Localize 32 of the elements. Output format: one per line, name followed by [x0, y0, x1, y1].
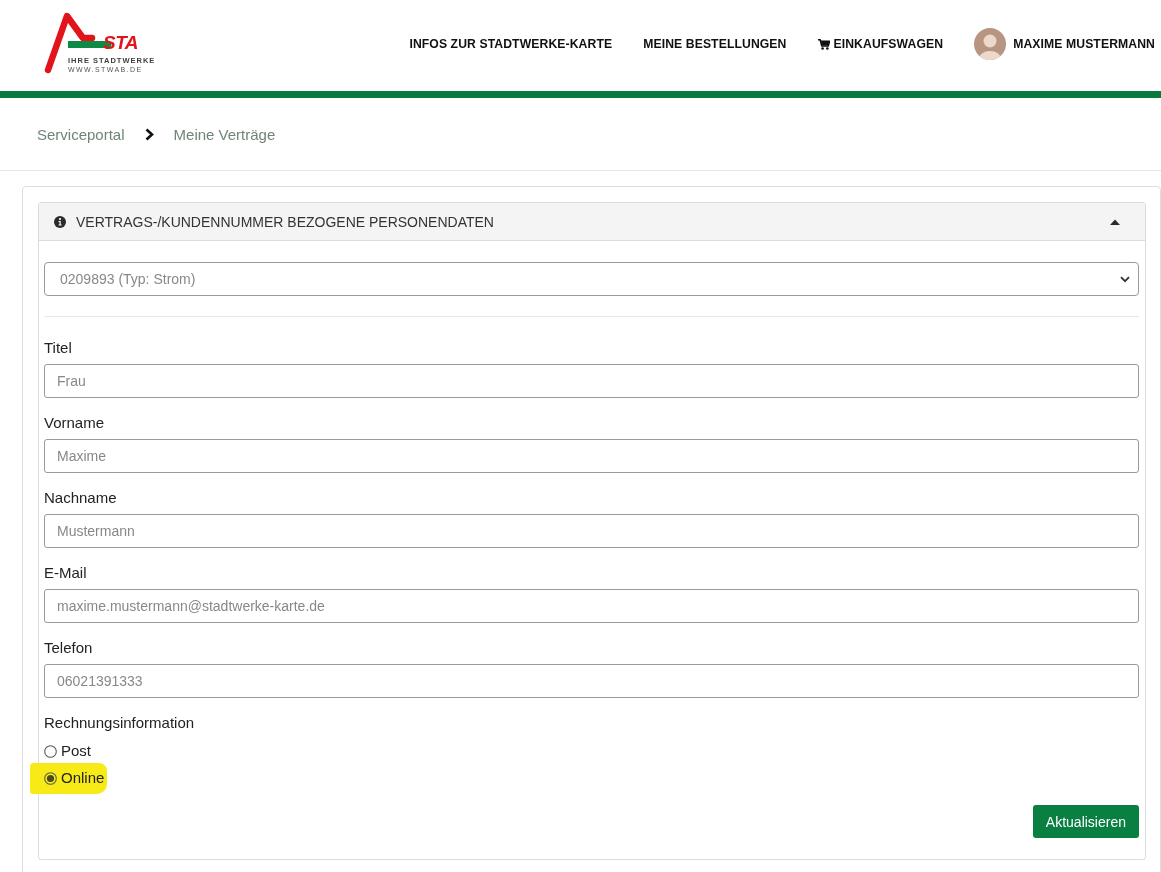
field-label: Titel [44, 338, 72, 358]
update-button[interactable]: Aktualisieren [1032, 805, 1139, 838]
nav-link[interactable]: MAXIME MUSTERMANN [974, 28, 1155, 60]
radio-option[interactable]: Post [44, 740, 91, 762]
nav-link[interactable]: MEINE BESTELLUNGEN [643, 37, 787, 51]
breadcrumb-link[interactable]: Meine Verträge [173, 125, 276, 143]
panel-header[interactable]: VERTRAGS-/KUNDENNUMMER BEZOGENE PERSONENDATEN [39, 203, 1145, 241]
field-label: Rechnungsinformation [44, 713, 195, 733]
chevron-down-icon [1120, 275, 1130, 283]
cart-icon [817, 38, 830, 50]
text-field[interactable]: Frau [44, 364, 1139, 398]
text-field[interactable]: Maxime [44, 439, 1139, 473]
breadcrumb-link[interactable]: Serviceportal [37, 125, 125, 143]
nav-link[interactable]: EINKAUFSWAGEN [817, 37, 944, 51]
text-field[interactable]: maxime.mustermann@stadtwerke-karte.de [44, 589, 1139, 623]
avatar-icon [974, 28, 1007, 60]
radio-option[interactable]: Online [30, 763, 108, 794]
chevron-right-icon [144, 127, 154, 141]
field-label: Vorname [44, 413, 105, 433]
caret-icon[interactable] [1110, 218, 1120, 225]
field-label: Telefon [44, 638, 93, 658]
field-label: Nachname [44, 488, 117, 508]
text-field[interactable]: Mustermann [44, 514, 1139, 548]
radio-icon[interactable] [44, 744, 57, 758]
info-icon [54, 215, 66, 228]
nav-link[interactable]: INFOS ZUR STADTWERKE-KARTE [409, 37, 613, 51]
contract-select[interactable]: 0209893 (Typ: Strom) [44, 262, 1139, 296]
text-field[interactable]: 06021391333 [44, 664, 1139, 698]
radio-icon[interactable] [44, 771, 57, 785]
logo-wordmark: STA [103, 35, 139, 51]
panel-title: VERTRAGS-/KUNDENNUMMER BEZOGENE PERSONENDATEN [76, 213, 494, 230]
field-label: E-Mail [44, 563, 87, 583]
